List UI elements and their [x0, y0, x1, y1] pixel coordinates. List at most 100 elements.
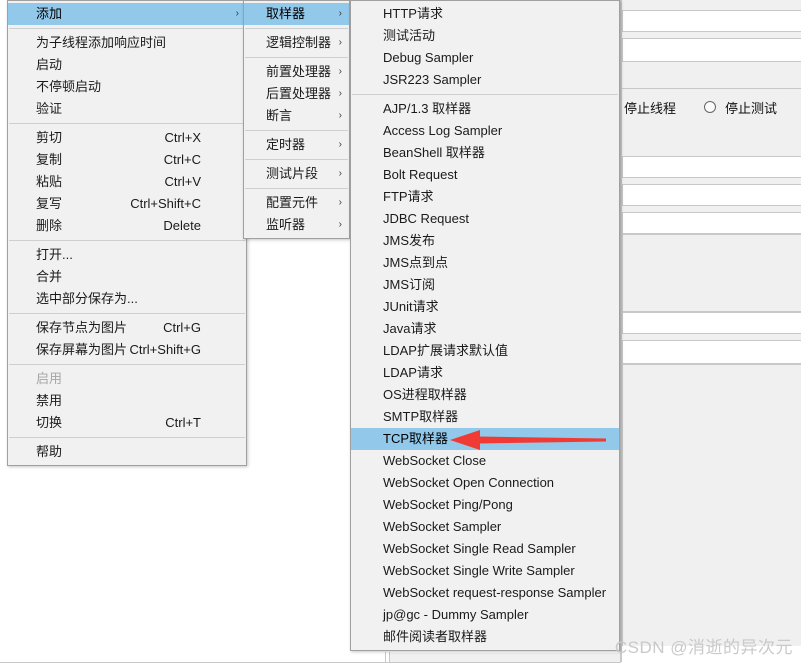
add-menu-item-取样器[interactable]: 取样器 › — [244, 3, 349, 25]
menu-item-label: 测试活动 — [383, 28, 436, 43]
sampler-menu-item-beanshell-取样器[interactable]: BeanShell 取样器 — [351, 142, 619, 164]
context-menu-item-合并[interactable]: 合并 — [8, 266, 246, 288]
menu-item-label: WebSocket request-response Sampler — [383, 585, 607, 600]
sampler-menu-item-测试活动[interactable]: 测试活动 — [351, 25, 619, 47]
sampler-menu-item-ldap扩展请求默认值[interactable]: LDAP扩展请求默认值 — [351, 340, 619, 362]
sampler-menu-item-access-log-sampler[interactable]: Access Log Sampler — [351, 120, 619, 142]
menu-separator — [9, 437, 245, 438]
menu-separator — [9, 364, 245, 365]
menu-item-label: 选中部分保存为... — [36, 291, 138, 306]
context-menu-item-不停顿启动[interactable]: 不停顿启动 — [8, 76, 246, 98]
sampler-menu-item-debug-sampler[interactable]: Debug Sampler — [351, 47, 619, 69]
menu-item-label: 保存节点为图片 — [36, 320, 128, 335]
menu-item-label: 监听器 — [266, 217, 306, 232]
menu-separator — [245, 28, 348, 29]
chevron-right-icon: › — [338, 8, 342, 19]
sampler-menu-item-http请求[interactable]: HTTP请求 — [351, 3, 619, 25]
form-input-7[interactable] — [622, 340, 801, 364]
context-menu-item-为子线程添加响应时间[interactable]: 为子线程添加响应时间 — [8, 32, 246, 54]
add-menu-item-后置处理器[interactable]: 后置处理器 › — [244, 83, 349, 105]
menu-separator — [9, 240, 245, 241]
form-input-6[interactable] — [622, 312, 801, 334]
menu-separator — [9, 28, 245, 29]
sampler-submenu[interactable]: HTTP请求测试活动 Debug Sampler JSR223 Sampler AJP… — [350, 0, 620, 651]
sampler-menu-item-jms订阅[interactable]: JMS订阅 — [351, 274, 619, 296]
context-menu-item-粘贴[interactable]: 粘贴 Ctrl+V — [8, 171, 246, 193]
add-menu-item-监听器[interactable]: 监听器 › — [244, 214, 349, 236]
sampler-menu-item-tcp取样器[interactable]: TCP取样器 — [351, 428, 619, 450]
add-menu-item-测试片段[interactable]: 测试片段 › — [244, 163, 349, 185]
form-input-4[interactable] — [622, 184, 801, 206]
add-submenu[interactable]: 取样器 › 逻辑控制器 › 前置处理器 › 后置处理器 › 断言 › 定时器 › 测试片段 › 配置元件 › 监… — [243, 0, 350, 239]
context-menu-item-禁用[interactable]: 禁用 — [8, 390, 246, 412]
sampler-menu-item-os进程取样器[interactable]: OS进程取样器 — [351, 384, 619, 406]
menu-item-label: 启动 — [36, 57, 63, 72]
add-menu-item-断言[interactable]: 断言 › — [244, 105, 349, 127]
add-menu-item-定时器[interactable]: 定时器 › — [244, 134, 349, 156]
chevron-right-icon: › — [338, 37, 342, 48]
context-menu-item-切换[interactable]: 切换 Ctrl+T — [8, 412, 246, 434]
context-menu-item-保存节点为图片[interactable]: 保存节点为图片 Ctrl+G — [8, 317, 246, 339]
node-context-menu[interactable]: 添加 › 为子线程添加响应时间 启动不停顿启动 验证剪切 Ctrl+X 复制 Ctrl+C 粘贴… — [7, 0, 247, 466]
form-textarea-1[interactable] — [622, 234, 801, 312]
form-input-5[interactable] — [622, 212, 801, 234]
menu-item-shortcut: Ctrl+X — [164, 130, 201, 145]
sampler-menu-item-jp-gc-dummy-sampler[interactable]: jp@gc - Dummy Sampler — [351, 604, 619, 626]
add-menu-item-前置处理器[interactable]: 前置处理器 › — [244, 61, 349, 83]
form-sep-1 — [622, 88, 801, 89]
sampler-menu-item-ftp请求[interactable]: FTP请求 — [351, 186, 619, 208]
menu-separator — [9, 313, 245, 314]
sampler-menu-item-websocket-close[interactable]: WebSocket Close — [351, 450, 619, 472]
sampler-menu-item-ldap请求[interactable]: LDAP请求 — [351, 362, 619, 384]
sampler-menu-item-websocket-ping-pong[interactable]: WebSocket Ping/Pong — [351, 494, 619, 516]
form-textarea-2[interactable] — [622, 364, 801, 646]
sampler-menu-item-websocket-open-connection[interactable]: WebSocket Open Connection — [351, 472, 619, 494]
form-input-1[interactable] — [622, 10, 801, 32]
menu-item-label: JMS发布 — [383, 233, 436, 248]
menu-item-label: 为子线程添加响应时间 — [36, 35, 167, 50]
context-menu-item-复制[interactable]: 复制 Ctrl+C — [8, 149, 246, 171]
sampler-menu-item-websocket-single-write-sampler[interactable]: WebSocket Single Write Sampler — [351, 560, 619, 582]
context-menu-item-删除[interactable]: 删除 Delete — [8, 215, 246, 237]
form-input-3[interactable] — [622, 156, 801, 178]
sampler-menu-item-jdbc-request[interactable]: JDBC Request — [351, 208, 619, 230]
menu-item-label: WebSocket Single Write Sampler — [383, 563, 575, 578]
context-menu-item-保存屏幕为图片[interactable]: 保存屏幕为图片 Ctrl+Shift+G — [8, 339, 246, 361]
form-input-2[interactable] — [622, 38, 801, 62]
menu-item-label: LDAP请求 — [383, 365, 443, 380]
menu-item-label: WebSocket Ping/Pong — [383, 497, 513, 512]
sampler-menu-item-jms点到点[interactable]: JMS点到点 — [351, 252, 619, 274]
menu-item-label: 断言 — [266, 108, 293, 123]
sampler-menu-item-bolt-request[interactable]: Bolt Request — [351, 164, 619, 186]
context-menu-item-帮助[interactable]: 帮助 — [8, 441, 246, 463]
context-menu-item-选中部分保存为[interactable]: 选中部分保存为... — [8, 288, 246, 310]
sampler-menu-item-websocket-single-read-sampler[interactable]: WebSocket Single Read Sampler — [351, 538, 619, 560]
menu-item-label: Debug Sampler — [383, 50, 474, 65]
context-menu-item-剪切[interactable]: 剪切 Ctrl+X — [8, 127, 246, 149]
sampler-menu-item-junit请求[interactable]: JUnit请求 — [351, 296, 619, 318]
sampler-menu-item-jms发布[interactable]: JMS发布 — [351, 230, 619, 252]
menu-item-shortcut: Ctrl+C — [163, 152, 201, 167]
radio-button-icon[interactable] — [704, 101, 717, 113]
add-menu-item-逻辑控制器[interactable]: 逻辑控制器 › — [244, 32, 349, 54]
menu-item-label: 删除 — [36, 218, 63, 233]
context-menu-item-打开[interactable]: 打开... — [8, 244, 246, 266]
menu-item-label: 逻辑控制器 — [266, 35, 332, 50]
context-menu-item-复写[interactable]: 复写 Ctrl+Shift+C — [8, 193, 246, 215]
sampler-menu-item-java请求[interactable]: Java请求 — [351, 318, 619, 340]
sampler-menu-item-ajp-1-3-取样器[interactable]: AJP/1.3 取样器 — [351, 98, 619, 120]
context-menu-item-添加[interactable]: 添加 › — [8, 3, 246, 25]
menu-item-label: 剪切 — [36, 130, 63, 145]
context-menu-item-验证[interactable]: 验证 — [8, 98, 246, 120]
sampler-menu-item-websocket-request-response-sampler[interactable]: WebSocket request-response Sampler — [351, 582, 619, 604]
add-menu-item-配置元件[interactable]: 配置元件 › — [244, 192, 349, 214]
menu-item-label: 定时器 — [266, 137, 306, 152]
sampler-menu-item-邮件阅读者取样器[interactable]: 邮件阅读者取样器 — [351, 626, 619, 648]
menu-item-label: 邮件阅读者取样器 — [383, 629, 488, 644]
sampler-menu-item-smtp取样器[interactable]: SMTP取样器 — [351, 406, 619, 428]
sampler-menu-item-websocket-sampler[interactable]: WebSocket Sampler — [351, 516, 619, 538]
context-menu-item-启动[interactable]: 启动 — [8, 54, 246, 76]
menu-item-label: 复制 — [36, 152, 63, 167]
sampler-menu-item-jsr223-sampler[interactable]: JSR223 Sampler — [351, 69, 619, 91]
menu-item-label: SMTP取样器 — [383, 409, 459, 424]
